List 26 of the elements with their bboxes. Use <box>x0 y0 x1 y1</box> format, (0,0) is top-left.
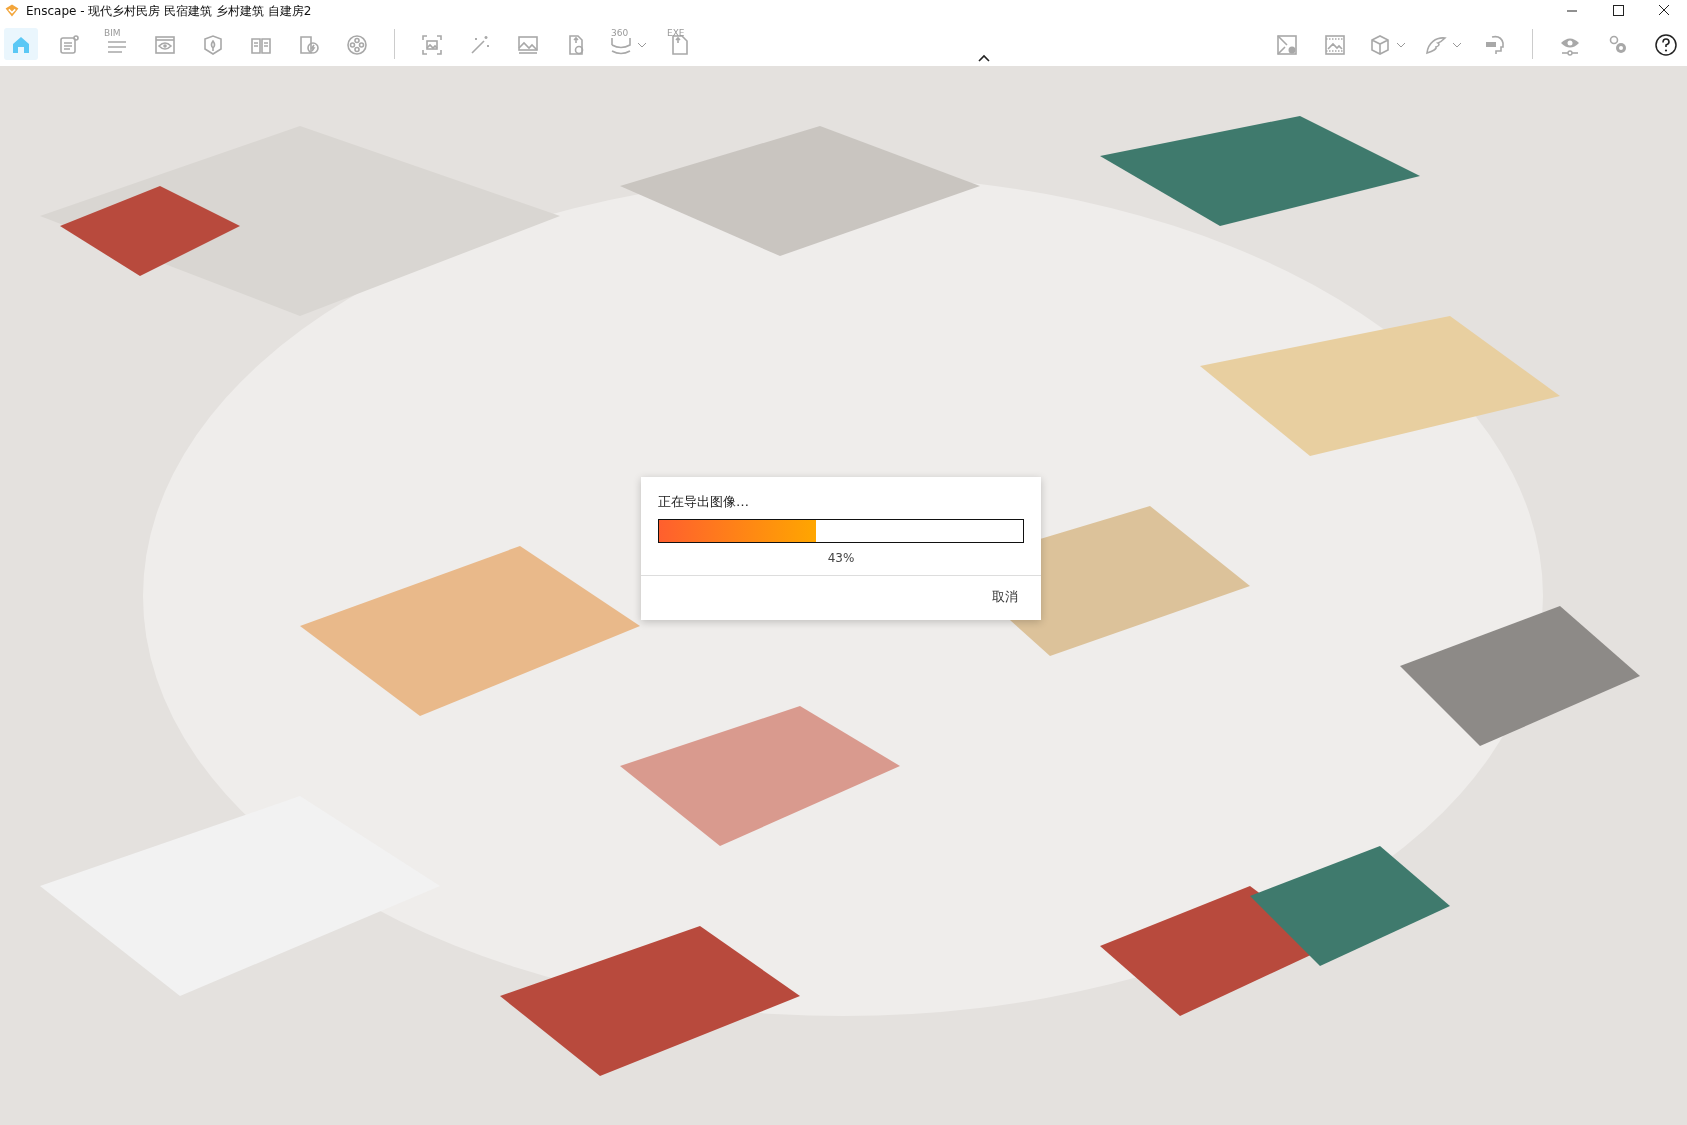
notes-icon <box>57 33 81 57</box>
filmstrip-image-icon <box>1323 33 1347 57</box>
window-title: Enscape - 现代乡村民房 民宿建筑 乡村建筑 自建房2 <box>26 2 312 20</box>
icon-label: 360 <box>611 28 629 38</box>
collapse-icon[interactable] <box>977 54 990 62</box>
caret-icon[interactable] <box>1396 42 1406 48</box>
icon-label: BIM <box>104 28 121 38</box>
progress-message: 正在导出图像… <box>658 493 749 511</box>
vr-headset-icon <box>1483 33 1507 57</box>
toolbar-button[interactable]: 360 <box>607 28 649 60</box>
caret-icon[interactable] <box>1452 42 1462 48</box>
cube-icon <box>1368 33 1392 57</box>
help-icon <box>1654 33 1678 57</box>
cancel-button[interactable]: 取消 <box>986 584 1024 610</box>
icon-label: EXE <box>667 28 685 38</box>
eye-window-icon <box>153 33 177 57</box>
progress-percent: 43% <box>827 551 855 565</box>
image-icon <box>516 33 540 57</box>
image-frame-icon <box>420 33 444 57</box>
caret-icon[interactable] <box>637 42 647 48</box>
toolbar-button[interactable]: BIM <box>100 28 134 60</box>
toolbar-button[interactable]: EXE <box>663 28 697 60</box>
tree-shield-icon <box>201 33 225 57</box>
film-reel-icon <box>345 33 369 57</box>
logo-icon <box>4 3 20 19</box>
screen-bolt-icon <box>297 33 321 57</box>
